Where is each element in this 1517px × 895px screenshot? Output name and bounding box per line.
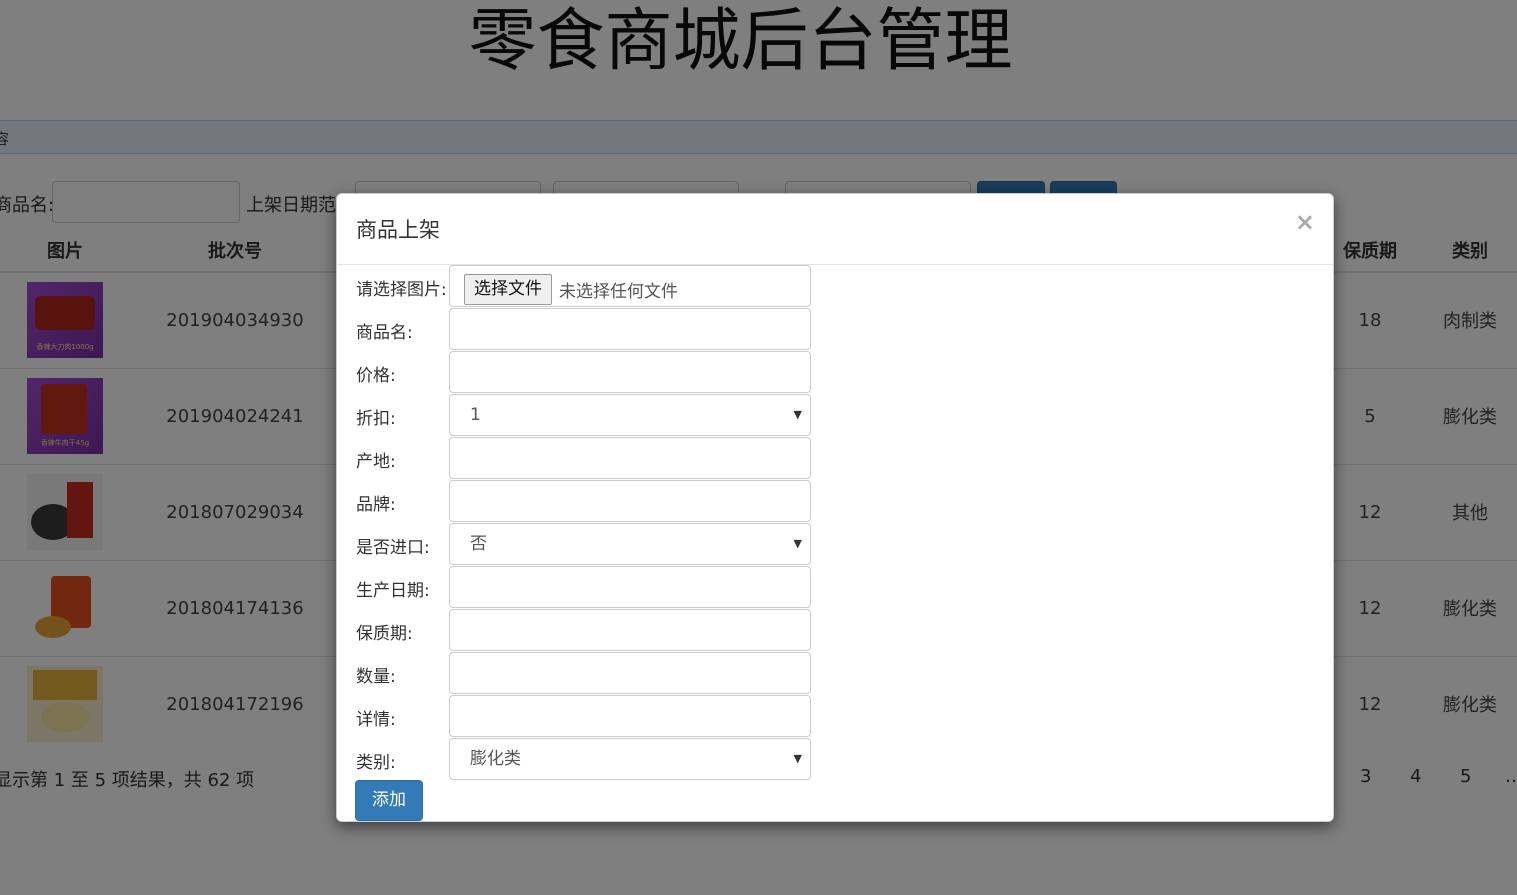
imported-value: 否 bbox=[470, 534, 487, 554]
price-label: 价格: bbox=[356, 366, 396, 386]
file-status: 未选择任何文件 bbox=[559, 282, 678, 302]
add-product-modal: 商品上架 × 请选择图片: 选择文件 未选择任何文件 商品名: 价格: 折扣: … bbox=[336, 193, 1334, 822]
category-label: 类别: bbox=[356, 753, 396, 773]
imported-label: 是否进口: bbox=[356, 538, 430, 558]
choose-file-button[interactable]: 选择文件 bbox=[464, 274, 552, 305]
discount-select[interactable]: 1 ▼ bbox=[449, 394, 811, 436]
origin-input[interactable] bbox=[449, 437, 811, 479]
modal-header: 商品上架 × bbox=[337, 194, 1333, 265]
shelf-life-input[interactable] bbox=[449, 609, 811, 651]
category-value: 膨化类 bbox=[470, 749, 521, 769]
discount-label: 折扣: bbox=[356, 409, 396, 429]
add-button[interactable]: 添加 bbox=[355, 780, 423, 821]
detail-input[interactable] bbox=[449, 695, 811, 737]
quantity-input[interactable] bbox=[449, 652, 811, 694]
caret-down-icon: ▼ bbox=[793, 408, 802, 421]
close-icon[interactable]: × bbox=[1295, 208, 1315, 236]
shelf-life-label: 保质期: bbox=[356, 624, 413, 644]
detail-label: 详情: bbox=[356, 710, 396, 730]
image-label: 请选择图片: bbox=[356, 280, 447, 300]
quantity-label: 数量: bbox=[356, 667, 396, 687]
name-input[interactable] bbox=[449, 308, 811, 350]
brand-input[interactable] bbox=[449, 480, 811, 522]
name-label: 商品名: bbox=[356, 323, 413, 343]
brand-label: 品牌: bbox=[356, 495, 396, 515]
price-input[interactable] bbox=[449, 351, 811, 393]
category-select[interactable]: 膨化类 ▼ bbox=[449, 738, 811, 780]
caret-down-icon: ▼ bbox=[793, 752, 802, 765]
discount-value: 1 bbox=[470, 405, 481, 425]
caret-down-icon: ▼ bbox=[793, 537, 802, 550]
prod-date-input[interactable] bbox=[449, 566, 811, 608]
modal-title: 商品上架 bbox=[356, 218, 440, 242]
imported-select[interactable]: 否 ▼ bbox=[449, 523, 811, 565]
image-file-input[interactable]: 选择文件 未选择任何文件 bbox=[449, 265, 811, 307]
origin-label: 产地: bbox=[356, 452, 396, 472]
prod-date-label: 生产日期: bbox=[356, 581, 430, 601]
